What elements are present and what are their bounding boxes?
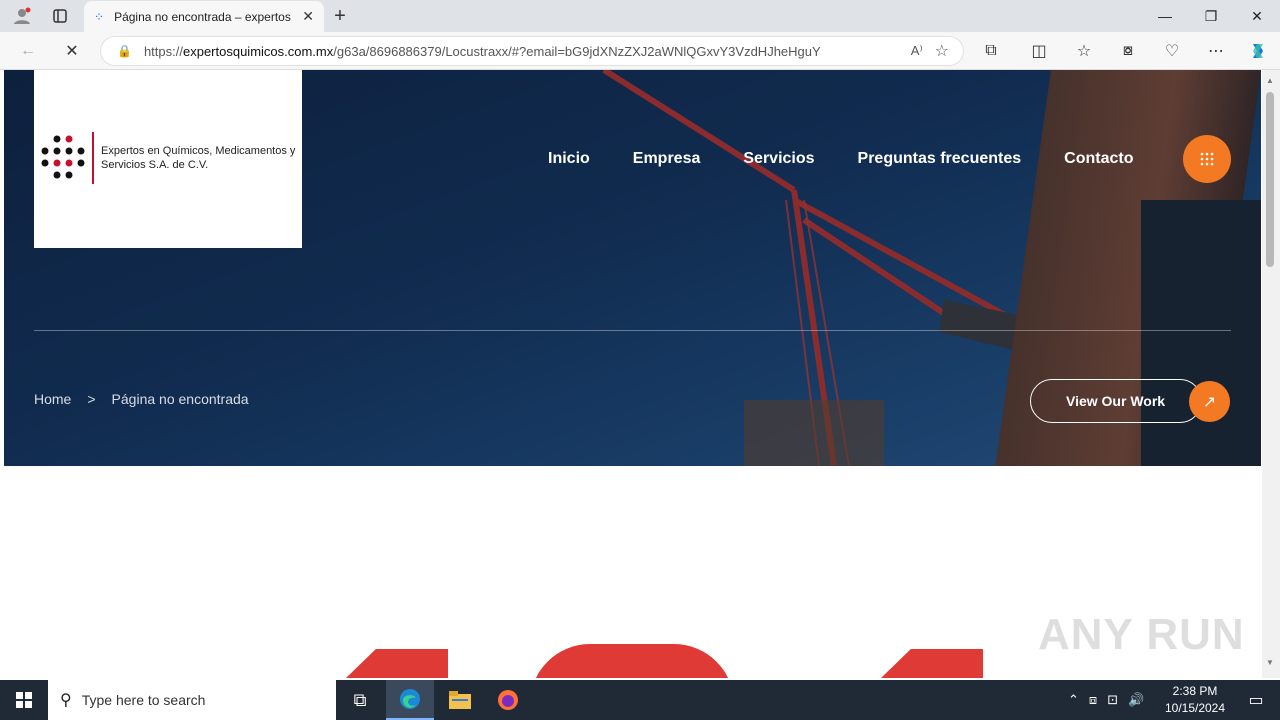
favorite-star-icon[interactable]: ☆: [935, 41, 949, 61]
logo-divider: [92, 132, 94, 184]
hero-divider: [34, 330, 1231, 331]
back-icon[interactable]: ←: [16, 39, 40, 63]
scroll-up-icon[interactable]: ▲: [1266, 76, 1274, 85]
logo-text: Expertos en Químicos, Medicamentos y Ser…: [101, 145, 296, 171]
lock-icon[interactable]: 🔒: [117, 44, 132, 58]
site-logo[interactable]: Expertos en Químicos, Medicamentos y Ser…: [34, 70, 302, 248]
nav-item-inicio[interactable]: Inicio: [548, 150, 590, 168]
breadcrumb-separator: >: [87, 391, 96, 407]
breadcrumb: Home > Página no encontrada: [34, 391, 265, 407]
grid-menu-button[interactable]: [1183, 135, 1231, 183]
split-screen-icon[interactable]: ◫: [1027, 39, 1051, 63]
breadcrumb-home[interactable]: Home: [34, 391, 71, 407]
favorites-icon[interactable]: ☆: [1072, 39, 1096, 63]
scroll-down-icon[interactable]: ▼: [1266, 658, 1274, 667]
hero-banner: Expertos en Químicos, Medicamentos y Ser…: [4, 70, 1261, 466]
windows-taskbar: ⚲ Type here to search ⧉ ⌃ ⧈ ⊡ 🔊 2:38 PM …: [0, 680, 1280, 720]
task-view-icon[interactable]: ⧉: [336, 680, 384, 720]
edge-app-icon[interactable]: [386, 680, 434, 720]
restore-icon[interactable]: ❐: [1188, 0, 1234, 32]
stop-loading-icon[interactable]: ✕: [60, 39, 84, 63]
search-placeholder: Type here to search: [81, 692, 206, 708]
address-toolbar: ← ✕ 🔒 https://expertosquimicos.com.mx/g6…: [0, 32, 1280, 70]
error-digit-shape-middle: [530, 644, 734, 678]
start-button[interactable]: [0, 680, 48, 720]
tab-actions-icon[interactable]: [48, 4, 72, 28]
nav-item-empresa[interactable]: Empresa: [633, 150, 701, 168]
system-tray: ⌃ ⧈ ⊡ 🔊: [1068, 680, 1154, 720]
profile-icon[interactable]: [10, 4, 34, 28]
loading-icon: ⁘: [94, 9, 105, 24]
read-aloud-icon[interactable]: A⁾: [911, 43, 923, 59]
page-viewport: Expertos en Químicos, Medicamentos y Ser…: [0, 70, 1280, 678]
url-text[interactable]: https://expertosquimicos.com.mx/g63a/869…: [144, 44, 899, 59]
watermark: ANY RUN: [1038, 610, 1245, 659]
url-bar[interactable]: 🔒 https://expertosquimicos.com.mx/g63a/8…: [100, 36, 964, 66]
clock-date: 10/15/2024: [1164, 701, 1226, 715]
file-explorer-icon[interactable]: [436, 680, 484, 720]
more-menu-icon[interactable]: ⋯: [1204, 39, 1228, 63]
clock-time: 2:38 PM: [1172, 684, 1218, 698]
browser-tab-bar: ⁘ Página no encontrada – expertos ✕ + — …: [0, 0, 1280, 32]
url-domain: expertosquimicos.com.mx: [182, 43, 334, 59]
firefox-icon[interactable]: [484, 680, 532, 720]
main-navigation: Inicio Empresa Servicios Preguntas frecu…: [548, 150, 1176, 168]
copilot-icon[interactable]: [1246, 39, 1270, 63]
close-window-icon[interactable]: ✕: [1234, 0, 1280, 32]
arrow-up-right-icon[interactable]: ↗: [1189, 381, 1230, 422]
error-digit-shape-right: [880, 649, 983, 678]
cta-label: View Our Work: [1066, 393, 1166, 409]
nav-item-preguntas-frecuentes[interactable]: Preguntas frecuentes: [858, 150, 1022, 168]
grid-icon: [1200, 152, 1214, 166]
tab-title: Página no encontrada – expertos: [114, 9, 291, 24]
new-tab-icon[interactable]: +: [328, 4, 352, 28]
taskbar-search[interactable]: ⚲ Type here to search: [48, 680, 336, 720]
system-clock[interactable]: 2:38 PM 10/15/2024: [1160, 683, 1230, 717]
search-icon: ⚲: [60, 692, 72, 709]
error-digit-shape-left: [345, 649, 448, 678]
breadcrumb-current: Página no encontrada: [111, 391, 249, 407]
close-tab-icon[interactable]: ✕: [302, 8, 314, 25]
logo-dots-icon: [41, 135, 85, 179]
tray-chevron-icon[interactable]: ⌃: [1068, 692, 1079, 708]
scrollbar-thumb[interactable]: [1266, 92, 1274, 267]
notification-center-icon[interactable]: ▭: [1232, 680, 1280, 720]
meet-now-icon[interactable]: ⧈: [1089, 692, 1097, 708]
network-icon[interactable]: ⊡: [1107, 692, 1118, 708]
url-path: /g63a/8696886379/Locustraxx/#?email=bG9j…: [333, 43, 821, 59]
extensions-icon[interactable]: ⧉: [979, 39, 1003, 63]
view-our-work-button[interactable]: View Our Work: [1030, 379, 1202, 423]
nav-item-servicios[interactable]: Servicios: [743, 150, 814, 168]
page-scrollbar[interactable]: ▲ ▼: [1262, 70, 1280, 678]
url-prefix: https://: [143, 43, 183, 59]
windows-icon: [16, 692, 32, 708]
minimize-icon[interactable]: —: [1142, 0, 1188, 32]
collections-icon[interactable]: ⧇: [1116, 39, 1140, 63]
browser-essentials-icon[interactable]: ♡: [1160, 39, 1184, 63]
volume-icon[interactable]: 🔊: [1128, 692, 1144, 708]
tab-active[interactable]: ⁘ Página no encontrada – expertos ✕: [84, 1, 324, 32]
nav-item-contacto[interactable]: Contacto: [1064, 150, 1133, 168]
